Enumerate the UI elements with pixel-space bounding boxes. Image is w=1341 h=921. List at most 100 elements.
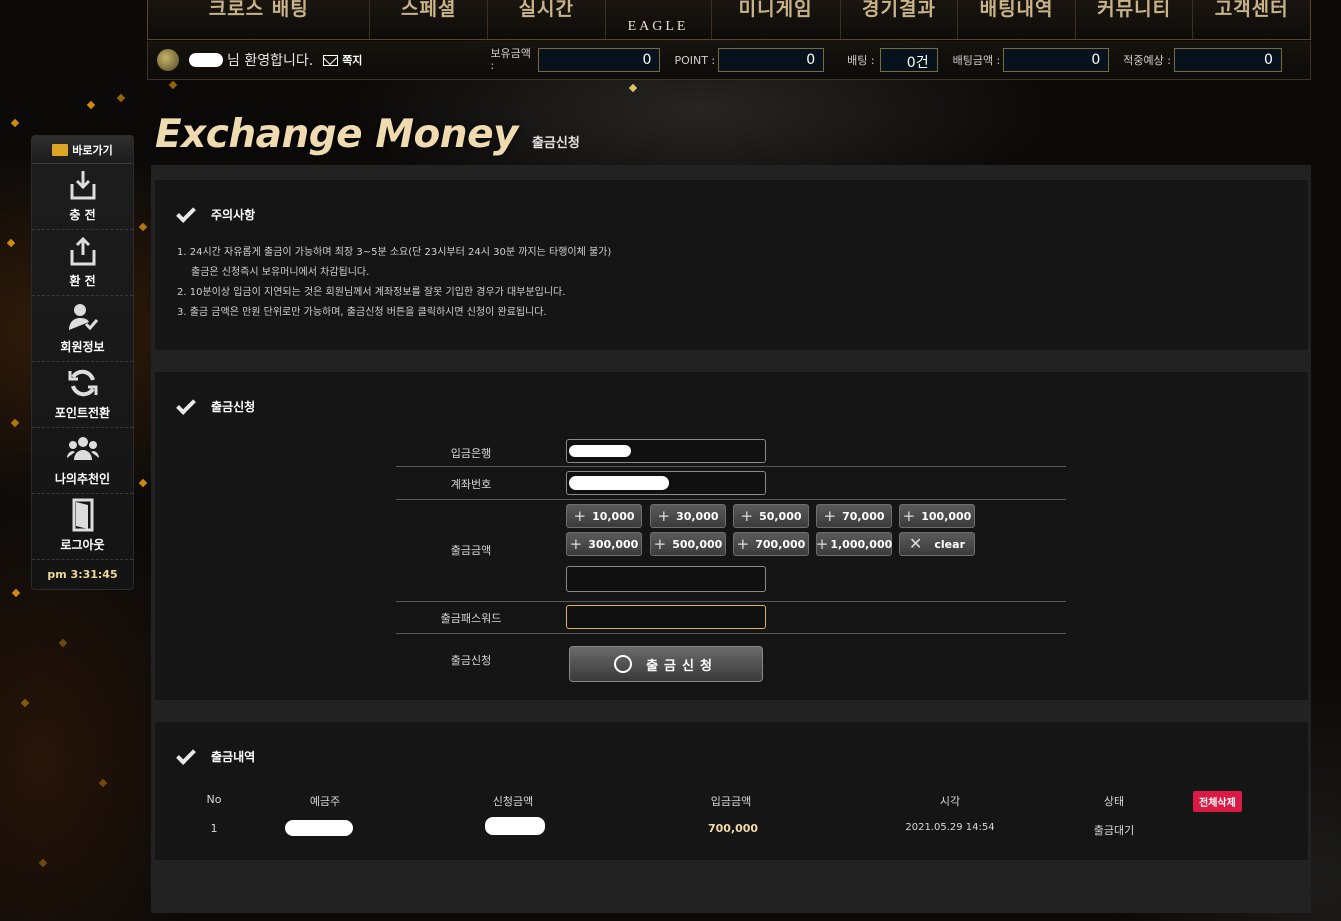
- sidebar-item-point-convert[interactable]: 포인트전환: [32, 362, 133, 428]
- quick-menu-header: 바로가기: [32, 136, 133, 164]
- add-70000-button[interactable]: +70,000: [816, 504, 892, 528]
- add-700000-button[interactable]: +700,000: [733, 532, 809, 556]
- add-30000-button[interactable]: +30,000: [650, 504, 726, 528]
- row-no: 1: [210, 822, 218, 835]
- add-300000-button[interactable]: +300,000: [566, 532, 642, 556]
- deposit-icon: [66, 168, 100, 202]
- history-panel: 출금내역: [155, 722, 1308, 860]
- notice-text: 1. 24시간 자유롭게 출금이 가능하며 최장 3~5분 소요(단 23시부터…: [177, 243, 611, 323]
- top-nav: 크로스 배팅 스페셜 실시간 EAGLE 미니게임 경기결과 배팅내역 커뮤니티…: [147, 0, 1311, 40]
- nav-community[interactable]: 커뮤니티: [1076, 0, 1194, 39]
- add-1000000-button[interactable]: +1,000,000: [816, 532, 892, 556]
- logo[interactable]: EAGLE: [606, 0, 712, 39]
- withdraw-form-title-text: 출금신청: [211, 400, 256, 414]
- add-50000-button[interactable]: +50,000: [733, 504, 809, 528]
- door-icon: [66, 498, 100, 532]
- col-status: 상태: [1103, 795, 1125, 808]
- add-30000-label: 30,000: [676, 509, 719, 523]
- sidebar-label-logout: 로그아웃: [60, 538, 105, 552]
- nav-special[interactable]: 스페셜: [370, 0, 489, 39]
- nav-live[interactable]: 실시간: [488, 0, 606, 39]
- check-icon: [176, 744, 196, 765]
- bank-redacted: [569, 445, 631, 457]
- sidebar-item-withdraw[interactable]: 환 전: [32, 230, 133, 296]
- sidebar-label-deposit: 충 전: [69, 208, 96, 222]
- add-1000000-label: 1,000,000: [830, 537, 893, 551]
- add-100000-button[interactable]: +100,000: [899, 504, 975, 528]
- nav-cross-betting[interactable]: 크로스 배팅: [148, 0, 371, 39]
- bet-count-value: 0건: [879, 48, 938, 72]
- delete-all-button[interactable]: 전체삭제: [1193, 791, 1242, 812]
- message-label: 쪽지: [342, 54, 363, 67]
- plus-icon: +: [657, 506, 671, 525]
- user-check-icon: [66, 300, 100, 334]
- notice-panel: 주의사항 1. 24시간 자유롭게 출금이 가능하며 최장 3~5분 소요(단 …: [155, 180, 1308, 350]
- sidebar-item-referrals[interactable]: 나의추천인: [32, 428, 133, 494]
- lightbulb-icon: [614, 655, 633, 673]
- add-10000-button[interactable]: +10,000: [566, 504, 642, 528]
- password-row: 출금패스워드: [396, 602, 1066, 634]
- bank-label: 입금은행: [450, 447, 492, 460]
- withdraw-icon: [66, 234, 100, 268]
- clock: pm 3:31:45: [47, 568, 118, 581]
- plus-icon: +: [653, 534, 667, 553]
- bank-row: 입금은행: [396, 435, 1066, 467]
- bet-amount-label: 배팅금액 :: [952, 54, 1001, 67]
- nav-minigame[interactable]: 미니게임: [712, 0, 841, 39]
- sidebar-item-deposit[interactable]: 충 전: [32, 164, 133, 230]
- sidebar-label-withdraw: 환 전: [69, 274, 96, 288]
- withdraw-submit-button[interactable]: 출금신청: [569, 646, 763, 682]
- account-row: 계좌번호: [396, 467, 1066, 500]
- plus-icon: +: [823, 506, 837, 525]
- close-icon: ✕: [908, 534, 923, 553]
- clear-amount-button[interactable]: ✕ clear: [899, 532, 975, 556]
- password-label: 출금패스워드: [440, 612, 502, 625]
- envelope-icon: [323, 54, 339, 66]
- logo-text: EAGLE: [627, 19, 689, 34]
- add-500000-label: 500,000: [672, 537, 723, 551]
- plus-icon: +: [815, 534, 829, 553]
- amount-row: 출금금액 +10,000 +30,000 +50,000 +70,000 +10…: [396, 500, 1066, 602]
- col-no: No: [206, 793, 222, 806]
- add-500000-button[interactable]: +500,000: [650, 532, 726, 556]
- amount-input[interactable]: [566, 566, 766, 592]
- add-100000-label: 100,000: [921, 509, 972, 523]
- notice-title-text: 주의사항: [211, 208, 256, 222]
- bank-field: [566, 439, 766, 463]
- account-label: 계좌번호: [450, 478, 492, 491]
- col-time: 시각: [939, 795, 961, 808]
- nav-customer-center[interactable]: 고객센터: [1193, 0, 1310, 39]
- row-deposit-amount: 700,000: [707, 822, 759, 835]
- expected-label: 적중예상 :: [1123, 54, 1171, 67]
- welcome-text: 님 환영합니다.: [227, 53, 314, 69]
- expected-value: 0: [1173, 48, 1282, 72]
- sidebar-label-referrals: 나의추천인: [54, 472, 111, 486]
- nav-bet-history[interactable]: 배팅내역: [958, 0, 1076, 39]
- password-input[interactable]: [566, 605, 766, 629]
- add-700000-label: 700,000: [755, 537, 806, 551]
- row-depositor-redacted: [285, 820, 353, 836]
- folder-plus-icon: [52, 143, 69, 156]
- bet-amount-value: 0: [1003, 48, 1110, 72]
- row-request-amount-redacted: [485, 817, 545, 835]
- col-depositor: 예금주: [309, 795, 341, 808]
- point-value: 0: [718, 48, 825, 72]
- add-300000-label: 300,000: [588, 537, 639, 551]
- clear-amount-label: clear: [934, 537, 965, 551]
- withdraw-form-title: 출금신청: [176, 394, 256, 415]
- balance-label: 보유금액 :: [490, 47, 531, 72]
- balance-value: 0: [538, 48, 661, 72]
- withdraw-submit-label: 출금신청: [646, 658, 718, 674]
- add-50000-label: 50,000: [759, 509, 802, 523]
- sidebar-item-member-info[interactable]: 회원정보: [32, 296, 133, 362]
- history-title: 출금내역: [176, 744, 255, 765]
- nav-results[interactable]: 경기결과: [841, 0, 959, 39]
- user-info-bar: 님 환영합니다. 쪽지 보유금액 : 0 POINT : 0 배팅 : 0건 배…: [147, 41, 1311, 80]
- bet-count-label: 배팅 :: [847, 54, 875, 67]
- sidebar-item-logout[interactable]: 로그아웃: [32, 494, 133, 560]
- add-70000-label: 70,000: [842, 509, 885, 523]
- page-title-main: Exchange Money: [155, 112, 518, 157]
- sidebar-label-point-convert: 포인트전환: [54, 406, 111, 420]
- page-title-sub: 출금신청: [531, 136, 580, 151]
- message-link[interactable]: 쪽지: [323, 52, 362, 68]
